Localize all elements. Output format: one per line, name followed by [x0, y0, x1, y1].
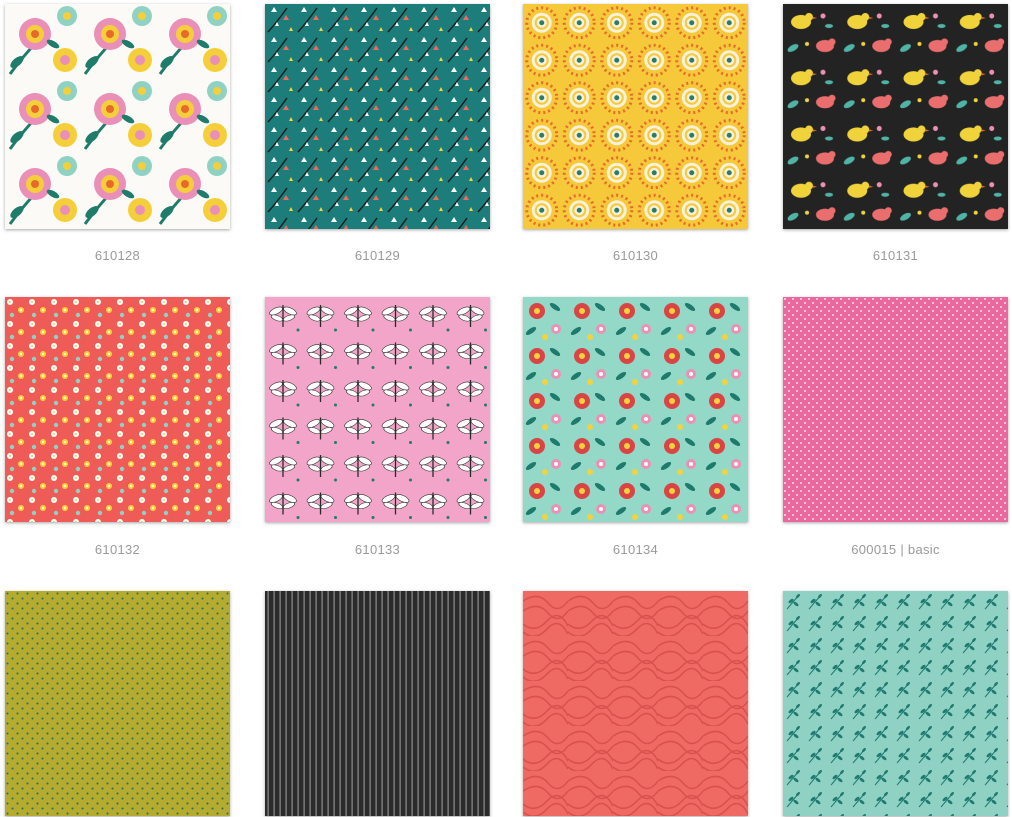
mustard-dots-pattern	[5, 591, 230, 816]
fabric-swatch-610132[interactable]	[5, 297, 230, 522]
swatch-label: 610132	[94, 542, 141, 557]
black-stripes-pattern	[265, 591, 490, 816]
mint-floral-pattern	[523, 297, 748, 522]
swatch-label: 610133	[354, 542, 401, 557]
pink-dragonflies-pattern	[265, 297, 490, 522]
fabric-swatch-black-stripes[interactable]	[265, 591, 490, 816]
fabric-swatch-610129[interactable]	[265, 4, 490, 229]
swatch-label: 600015 | basic	[851, 542, 940, 557]
swatch-label: 610130	[612, 248, 659, 263]
yellow-medallions-pattern	[523, 4, 748, 229]
fabric-swatch-610131[interactable]	[783, 4, 1008, 229]
teal-tulips-pattern	[265, 4, 490, 229]
fabric-swatch-610134[interactable]	[523, 297, 748, 522]
fabric-swatch-coral-swirl[interactable]	[523, 591, 748, 816]
white-floral-pattern	[5, 4, 230, 229]
fabric-swatch-mustard-dots[interactable]	[5, 591, 230, 816]
swatch-label: 610128	[94, 248, 141, 263]
fabric-swatch-610133[interactable]	[265, 297, 490, 522]
swatch-label: 610131	[872, 248, 919, 263]
fabric-swatch-610130[interactable]	[523, 4, 748, 229]
mint-leaves-pattern	[783, 591, 1008, 816]
swatch-label: 610129	[354, 248, 401, 263]
coral-ditsy-pattern	[5, 297, 230, 522]
swatch-label: 610134	[612, 542, 659, 557]
fabric-swatch-610128[interactable]	[5, 4, 230, 229]
black-birds-pattern	[783, 4, 1008, 229]
fabric-swatch-600015-basic[interactable]	[783, 297, 1008, 522]
fabric-swatch-mint-leaves[interactable]	[783, 591, 1008, 816]
pink-dots-pattern	[783, 297, 1008, 522]
coral-swirl-pattern	[523, 591, 748, 816]
